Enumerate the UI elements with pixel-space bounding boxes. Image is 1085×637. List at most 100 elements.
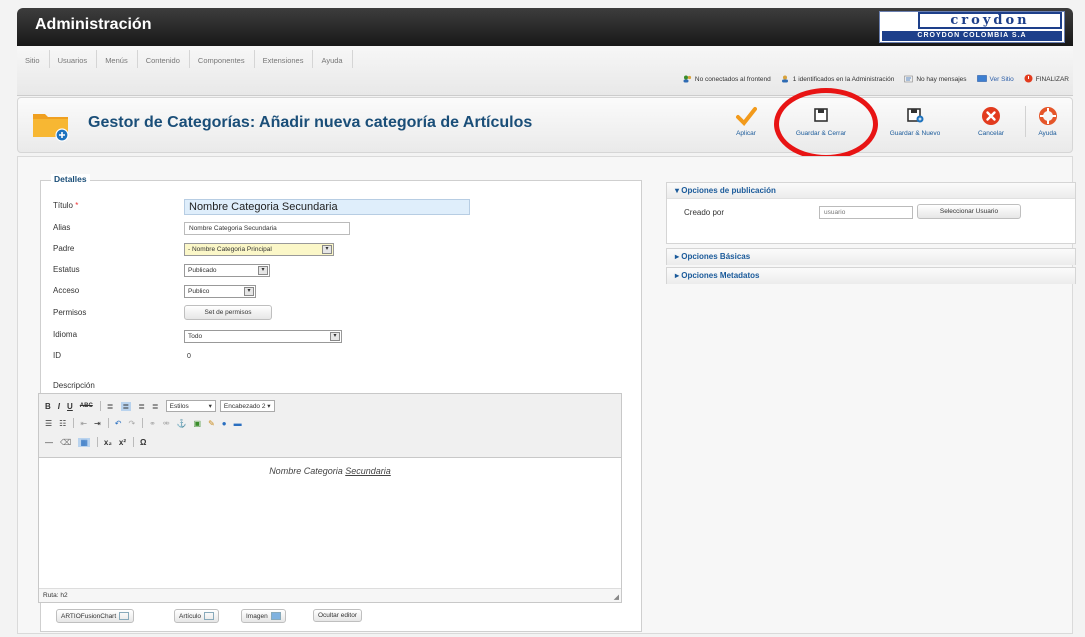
- publishing-options-header[interactable]: ▾ Opciones de publicación: [667, 183, 1075, 199]
- document-icon: [204, 612, 215, 620]
- align-right-icon[interactable]: ≣: [138, 402, 145, 411]
- title-label: Título *: [53, 201, 78, 210]
- monitor-icon: [976, 74, 987, 85]
- logo-subtitle: CROYDON COLOMBIA S.A: [882, 31, 1062, 41]
- metadata-options-panel[interactable]: ▸ Opciones Metadatos: [666, 267, 1076, 284]
- artio-fusionchart-button[interactable]: ARTIOFusionChart: [56, 609, 135, 623]
- hide-editor-button[interactable]: Ocultar editor: [313, 609, 363, 622]
- menu-ayuda[interactable]: Ayuda: [313, 50, 353, 68]
- heading-select[interactable]: Encabezado 2 ▾: [219, 400, 275, 412]
- app-header: Administración croydon CROYDON COLOMBIA …: [17, 8, 1073, 46]
- editor-toolbar-row-1: B I U ABC ≣ ≣ ≣ ≣ Estilos ▾ Encabezado 2…: [45, 400, 279, 412]
- align-justify-icon[interactable]: ≣: [152, 402, 159, 411]
- page-title: Gestor de Categorías: Añadir nueva categ…: [88, 114, 533, 131]
- redo-icon[interactable]: ↷: [128, 419, 135, 428]
- access-select[interactable]: Publico ▾: [184, 285, 256, 298]
- toolbar-divider: [142, 418, 144, 428]
- save-new-button[interactable]: Guardar & Nuevo: [873, 106, 957, 137]
- logo-wordmark: croydon: [918, 12, 1062, 29]
- help-button[interactable]: Ayuda: [1025, 106, 1069, 137]
- description-editor[interactable]: B I U ABC ≣ ≣ ≣ ≣ Estilos ▾ Encabezado 2…: [38, 393, 622, 603]
- image-button[interactable]: Imagen: [241, 609, 286, 623]
- users-icon: [683, 75, 692, 85]
- editor-content[interactable]: Nombre Categoria Secundaria: [39, 466, 621, 476]
- resize-grip-icon[interactable]: ◢: [614, 593, 619, 601]
- basic-options-panel[interactable]: ▸ Opciones Básicas: [666, 248, 1076, 265]
- eraser-icon[interactable]: ⌫: [60, 438, 71, 447]
- subscript-icon[interactable]: x₂: [104, 438, 112, 447]
- menu-sitio[interactable]: Sitio: [17, 50, 50, 68]
- status-bar: No conectados al frontend 1 identificado…: [673, 74, 1069, 85]
- align-left-icon[interactable]: ≣: [107, 402, 114, 411]
- styles-select[interactable]: Estilos ▾: [165, 400, 216, 412]
- undo-icon[interactable]: ↶: [115, 419, 122, 428]
- title-field[interactable]: Nombre Categoria Secundaria: [184, 199, 470, 215]
- select-user-button[interactable]: Seleccionar Usuario: [917, 204, 1021, 219]
- created-by-field[interactable]: usuario: [819, 206, 913, 219]
- chevron-down-icon: ▾: [258, 266, 268, 275]
- parent-select[interactable]: - Nombre Categoria Principal ▾: [184, 243, 334, 256]
- metadata-options-header[interactable]: ▸ Opciones Metadatos: [667, 268, 1075, 284]
- numbered-list-icon[interactable]: ☷: [59, 419, 66, 428]
- italic-icon[interactable]: I: [58, 402, 60, 411]
- category-folder-icon: [32, 108, 72, 142]
- menu-componentes[interactable]: Componentes: [190, 50, 255, 68]
- visual-aid-icon[interactable]: ▦: [78, 437, 90, 447]
- alias-field[interactable]: Nombre Categoria Secundaria: [184, 222, 350, 235]
- id-label: ID: [53, 351, 61, 360]
- language-select[interactable]: Todo ▾: [184, 330, 342, 343]
- description-label: Descripción: [53, 381, 95, 390]
- view-site-text: Ver Sitio: [989, 76, 1014, 83]
- bullet-list-icon[interactable]: ☰: [45, 419, 52, 428]
- created-by-label: Creado por: [684, 208, 725, 217]
- help-label: Ayuda: [1038, 130, 1057, 137]
- article-button[interactable]: Artículo: [174, 609, 220, 623]
- view-site-link[interactable]: Ver Sitio: [976, 74, 1014, 85]
- editor-toolbar: B I U ABC ≣ ≣ ≣ ≣ Estilos ▾ Encabezado 2…: [39, 394, 621, 458]
- image-icon[interactable]: ▣: [194, 419, 202, 428]
- power-icon: [1024, 74, 1033, 85]
- strikethrough-icon[interactable]: ABC: [80, 403, 93, 409]
- menu-extensiones[interactable]: Extensiones: [255, 50, 314, 68]
- menu-usuarios[interactable]: Usuarios: [50, 50, 98, 68]
- unlink-icon[interactable]: ⚮: [163, 419, 170, 428]
- status-select-value: Publicado: [188, 267, 217, 274]
- link-icon[interactable]: ⚭: [149, 419, 156, 428]
- permissions-label: Permisos: [53, 308, 87, 317]
- horizontal-rule-icon[interactable]: —: [45, 438, 53, 447]
- id-value: 0: [187, 353, 191, 360]
- save-new-label: Guardar & Nuevo: [889, 130, 941, 137]
- indent-icon[interactable]: ⇥: [94, 419, 101, 428]
- status-select[interactable]: Publicado ▾: [184, 264, 270, 277]
- language-select-value: Todo: [188, 333, 203, 340]
- access-label: Acceso: [53, 286, 80, 295]
- picture-icon: [270, 612, 281, 620]
- anchor-icon[interactable]: ⚓: [177, 419, 187, 428]
- logout-link[interactable]: FINALIZAR: [1024, 74, 1069, 85]
- toolbar-divider: [73, 418, 75, 428]
- basic-options-header[interactable]: ▸ Opciones Básicas: [667, 249, 1075, 265]
- bold-icon[interactable]: B: [45, 402, 51, 411]
- underline-icon[interactable]: U: [67, 402, 73, 411]
- language-label: Idioma: [53, 330, 78, 339]
- menu-contenido[interactable]: Contenido: [138, 50, 190, 68]
- code-icon[interactable]: ▬: [234, 419, 242, 428]
- help-icon: [1026, 106, 1069, 126]
- permissions-button[interactable]: Set de permisos: [184, 305, 272, 320]
- toolbar-divider: [107, 418, 109, 428]
- superscript-icon[interactable]: x²: [119, 438, 126, 447]
- align-center-icon[interactable]: ≣: [120, 401, 132, 411]
- status-admin: 1 identificados en la Administración: [781, 75, 894, 85]
- help-circle-icon[interactable]: ●: [222, 419, 227, 428]
- menu-menus[interactable]: Menús: [97, 50, 138, 68]
- title-label-text: Título: [53, 201, 74, 210]
- croydon-logo: croydon CROYDON COLOMBIA S.A: [879, 11, 1065, 43]
- image-label: Imagen: [246, 612, 268, 620]
- apply-button[interactable]: Aplicar: [726, 106, 766, 137]
- status-frontend-text: No conectados al frontend: [694, 76, 771, 83]
- cleanup-icon[interactable]: ✎: [208, 419, 215, 428]
- cancel-button[interactable]: Cancelar: [966, 106, 1016, 137]
- special-character-icon[interactable]: Ω: [140, 438, 146, 447]
- cancel-label: Cancelar: [977, 130, 1004, 137]
- outdent-icon[interactable]: ⇤: [80, 419, 87, 428]
